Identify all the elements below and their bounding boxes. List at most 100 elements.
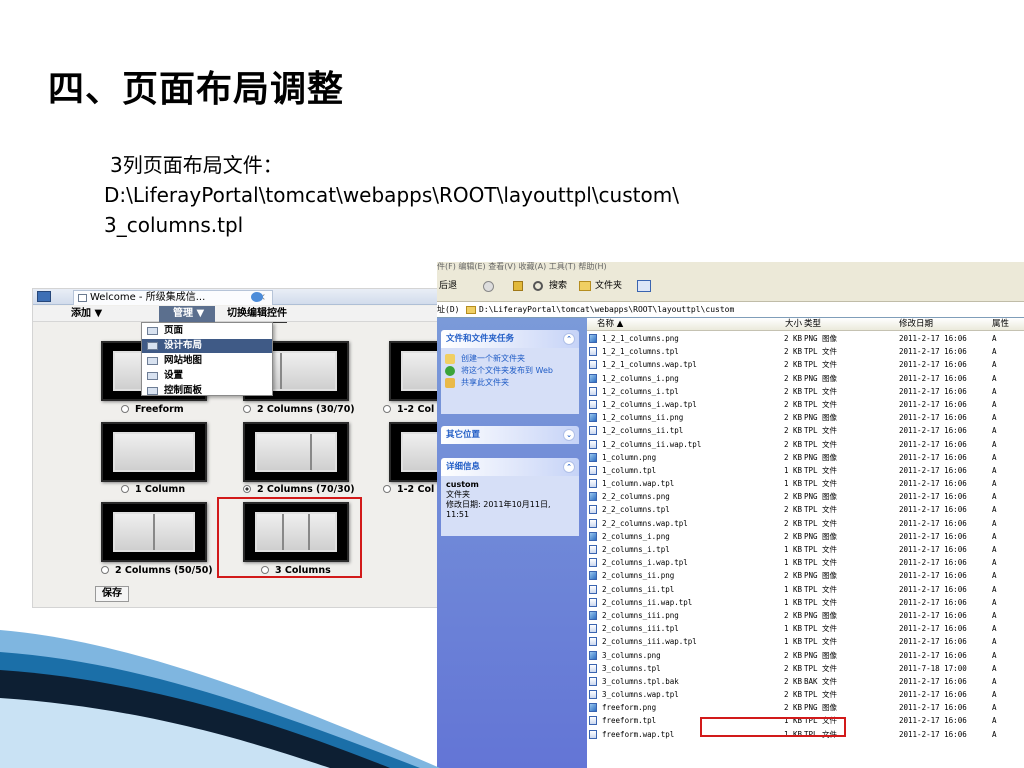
file-row[interactable]: 2_columns_i.tpl 1 KB TPL 文件 2011-2-17 16:06… bbox=[587, 543, 1024, 556]
file-row[interactable]: 1_column.png 2 KB PNG 图像 2011-2-17 16:06 A bbox=[587, 451, 1024, 464]
column-attributes[interactable]: 属性 bbox=[992, 318, 1009, 330]
file-row[interactable]: 2_columns_iii.png 2 KB PNG 图像 2011-2-17 16:… bbox=[587, 609, 1024, 622]
file-row[interactable]: 2_2_columns.png 2 KB PNG 图像 2011-2-17 16:06… bbox=[587, 490, 1024, 503]
menu-item-sitemap[interactable]: 网站地图 bbox=[142, 354, 272, 368]
forward-icon[interactable] bbox=[483, 281, 494, 292]
file-row[interactable]: 1_column.wap.tpl 1 KB TPL 文件 2011-2-17 16:0… bbox=[587, 477, 1024, 490]
details-header[interactable]: 详细信息 ⌃ bbox=[441, 458, 579, 476]
explorer-menubar[interactable]: 件(F) 编辑(E) 查看(V) 收藏(A) 工具(T) 帮助(H) bbox=[437, 262, 1024, 272]
expand-icon[interactable]: ⌄ bbox=[563, 429, 575, 441]
file-date: 2011-2-17 16:06 bbox=[899, 452, 967, 462]
file-row[interactable]: 2_columns_i.wap.tpl 1 KB TPL 文件 2011-2-17 1… bbox=[587, 556, 1024, 569]
menu-item-settings[interactable]: 设置 bbox=[142, 369, 272, 383]
search-button[interactable]: 搜索 bbox=[549, 272, 567, 300]
layout-option[interactable]: 1-2 Col bbox=[383, 404, 434, 415]
file-row[interactable]: 1_2_columns_ii.wap.tpl 2 KB TPL 文件 2011-2-1… bbox=[587, 438, 1024, 451]
browser-tab[interactable]: Welcome - 所级集成信... × bbox=[73, 290, 273, 305]
file-row[interactable]: 2_columns_iii.wap.tpl 1 KB TPL 文件 2011-2-17… bbox=[587, 635, 1024, 648]
layout-option[interactable]: 2 Columns (50/50) bbox=[101, 565, 213, 576]
file-row[interactable]: 1_column.tpl 1 KB TPL 文件 2011-2-17 16:06 A bbox=[587, 464, 1024, 477]
radio-button[interactable] bbox=[101, 566, 109, 574]
file-name: 1_column.tpl bbox=[602, 465, 657, 475]
file-row[interactable]: 1_2_columns_ii.png 2 KB PNG 图像 2011-2-17 16… bbox=[587, 411, 1024, 424]
column-date[interactable]: 修改日期 bbox=[899, 318, 933, 330]
path-line: D:\LiferayPortal\tomcat\webapps\ROOT\lay… bbox=[104, 183, 679, 207]
menu-item-page-layout[interactable]: 设计布局 bbox=[142, 339, 272, 353]
file-size: 2 KB bbox=[783, 571, 802, 581]
document-file-icon bbox=[589, 386, 597, 396]
file-row[interactable]: freeform.png 2 KB PNG 图像 2011-2-17 16:06 A bbox=[587, 701, 1024, 714]
layout-thumb-1-2-col[interactable] bbox=[389, 341, 441, 401]
radio-button-selected[interactable] bbox=[243, 485, 251, 493]
radio-button[interactable] bbox=[121, 405, 129, 413]
column-type[interactable]: 类型 bbox=[804, 318, 821, 330]
radio-button[interactable] bbox=[243, 405, 251, 413]
layout-option[interactable]: 2 Columns (30/70) bbox=[243, 404, 355, 415]
layout-thumb-1col[interactable] bbox=[101, 422, 207, 482]
file-row[interactable]: 1_2_1_columns.wap.tpl 2 KB TPL 文件 2011-2-17… bbox=[587, 358, 1024, 371]
file-size: 1 KB bbox=[783, 637, 802, 647]
file-row[interactable]: 1_2_columns_i.tpl 2 KB TPL 文件 2011-2-17 16:… bbox=[587, 385, 1024, 398]
radio-button[interactable] bbox=[383, 405, 391, 413]
layout-thumb-2col-70-30[interactable] bbox=[243, 422, 349, 482]
collapse-icon[interactable]: ⌃ bbox=[563, 461, 575, 473]
search-icon[interactable] bbox=[533, 281, 543, 291]
file-row[interactable]: 2_2_columns.wap.tpl 2 KB TPL 文件 2011-2-17 1… bbox=[587, 517, 1024, 530]
file-date: 2011-2-17 16:06 bbox=[899, 399, 967, 409]
toggle-edit-controls[interactable]: 切换编辑控件 bbox=[227, 306, 287, 323]
layout-option[interactable]: 2 Columns (70/30) bbox=[243, 484, 355, 495]
file-row[interactable]: 2_2_columns.tpl 2 KB TPL 文件 2011-2-17 16:06… bbox=[587, 503, 1024, 516]
file-row[interactable]: 1_2_1_columns.tpl 2 KB TPL 文件 2011-2-17 16:… bbox=[587, 345, 1024, 358]
file-row[interactable]: 2_columns_ii.png 2 KB PNG 图像 2011-2-17 16:0… bbox=[587, 569, 1024, 582]
file-row[interactable]: 2_columns_i.png 2 KB PNG 图像 2011-2-17 16:06… bbox=[587, 530, 1024, 543]
file-name: 1_2_columns_i.png bbox=[602, 373, 679, 383]
up-folder-icon[interactable] bbox=[513, 281, 523, 291]
file-row[interactable]: 2_columns_ii.wap.tpl 1 KB TPL 文件 2011-2-17 … bbox=[587, 596, 1024, 609]
file-name: 1_column.wap.tpl bbox=[602, 479, 675, 489]
back-button[interactable]: 后退 bbox=[439, 272, 457, 300]
file-row[interactable]: 3_columns.tpl.bak 2 KB BAK 文件 2011-2-17 16:… bbox=[587, 675, 1024, 688]
radio-button[interactable] bbox=[121, 485, 129, 493]
menu-item-control-panel[interactable]: 控制面板 bbox=[142, 384, 272, 398]
file-name: 1_2_columns_ii.tpl bbox=[602, 426, 684, 436]
file-row[interactable]: 3_columns.tpl 2 KB TPL 文件 2011-7-18 17:00 A bbox=[587, 662, 1024, 675]
file-name: 3_columns.tpl bbox=[602, 663, 661, 673]
file-row[interactable]: 3_columns.wap.tpl 2 KB TPL 文件 2011-2-17 16:… bbox=[587, 688, 1024, 701]
file-row[interactable]: 3_columns.png 2 KB PNG 图像 2011-2-17 16:06 A bbox=[587, 649, 1024, 662]
file-row[interactable]: 2_columns_ii.tpl 1 KB TPL 文件 2011-2-17 16:0… bbox=[587, 583, 1024, 596]
task-new-folder[interactable]: 创建一个新文件夹 bbox=[441, 354, 579, 364]
file-row[interactable]: 1_2_columns_ii.tpl 2 KB TPL 文件 2011-2-17 16… bbox=[587, 424, 1024, 437]
file-attributes: A bbox=[992, 518, 997, 528]
document-file-icon bbox=[589, 426, 597, 436]
file-tasks-header[interactable]: 文件和文件夹任务 ⌃ bbox=[441, 330, 579, 348]
file-row[interactable]: 2_columns_iii.tpl 1 KB TPL 文件 2011-2-17 16:… bbox=[587, 622, 1024, 635]
menu-item-page[interactable]: 页面 bbox=[142, 324, 272, 338]
file-type: PNG 图像 bbox=[804, 334, 838, 343]
file-row[interactable]: 1_2_columns_i.wap.tpl 2 KB TPL 文件 2011-2-17… bbox=[587, 398, 1024, 411]
layout-option[interactable]: Freeform bbox=[121, 404, 184, 415]
layout-option[interactable]: 1 Column bbox=[121, 484, 185, 495]
file-row[interactable]: 1_2_1_columns.png 2 KB PNG 图像 2011-2-17 16:… bbox=[587, 332, 1024, 345]
layout-thumb-2col-50-50[interactable] bbox=[101, 502, 207, 562]
file-attributes: A bbox=[992, 505, 997, 515]
file-type: PNG 图像 bbox=[804, 571, 838, 581]
column-name[interactable]: 名称 ▲ bbox=[597, 318, 623, 330]
address-input[interactable]: D:\LiferayPortal\tomcat\webapps\ROOT\lay… bbox=[479, 303, 734, 317]
file-type: TPL 文件 bbox=[804, 386, 838, 396]
new-tab-icon[interactable] bbox=[251, 292, 263, 302]
layout-thumb-1-2-col[interactable] bbox=[389, 422, 441, 482]
views-icon[interactable] bbox=[637, 280, 651, 292]
save-button[interactable]: 保存 bbox=[95, 586, 129, 602]
add-menu-button[interactable]: 添加 ▼ bbox=[71, 306, 102, 322]
radio-button[interactable] bbox=[383, 485, 391, 493]
folders-button[interactable]: 文件夹 bbox=[595, 272, 622, 300]
manage-menu-button[interactable]: 管理 ▼ bbox=[159, 306, 215, 322]
file-name: freeform.wap.tpl bbox=[602, 729, 675, 739]
task-publish-web[interactable]: 将这个文件夹发布到 Web bbox=[441, 366, 579, 376]
collapse-icon[interactable]: ⌃ bbox=[563, 333, 575, 345]
layout-option[interactable]: 1-2 Col bbox=[383, 484, 434, 495]
file-row[interactable]: 1_2_columns_i.png 2 KB PNG 图像 2011-2-17 16:… bbox=[587, 372, 1024, 385]
column-size[interactable]: 大小 bbox=[758, 318, 802, 330]
task-share-folder[interactable]: 共享此文件夹 bbox=[441, 378, 579, 388]
other-places-header[interactable]: 其它位置 ⌄ bbox=[441, 426, 579, 444]
